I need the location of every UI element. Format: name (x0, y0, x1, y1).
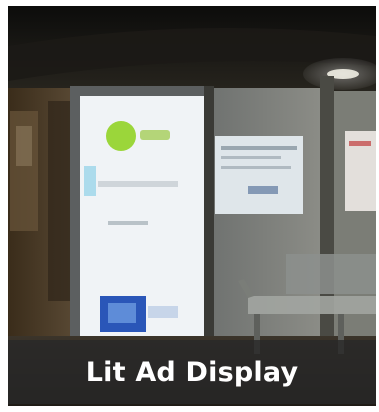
caption-bar: Lit Ad Display (8, 340, 376, 404)
caption-text: Lit Ad Display (85, 356, 299, 388)
ad-logo (106, 121, 136, 151)
image-frame: Lit Ad Display (0, 0, 379, 412)
